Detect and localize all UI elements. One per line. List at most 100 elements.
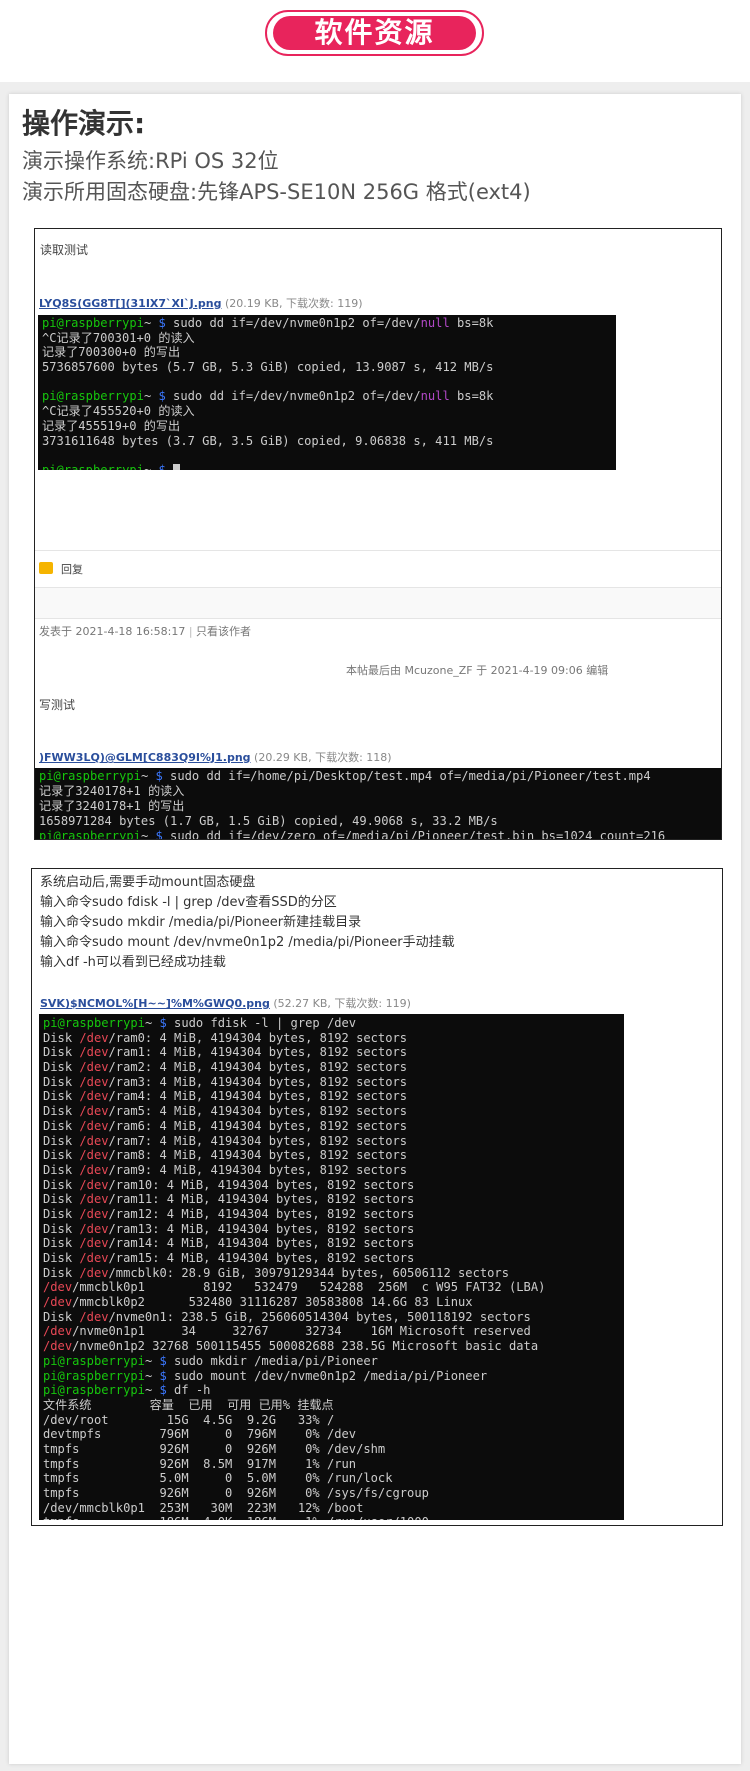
terminal-write-test: pi@raspberrypi~ $ sudo dd if=/home/pi/De… <box>35 768 721 840</box>
terminal-line: /dev/mmcblk0p1 253M 30M 223M 12% /boot <box>43 1501 624 1516</box>
terminal-text: ~ <box>143 462 159 470</box>
terminal-line: Disk /dev/ram7: 4 MiB, 4194304 bytes, 81… <box>43 1134 624 1149</box>
terminal-line: tmpfs 926M 0 926M 0% /sys/fs/cgroup <box>43 1486 624 1501</box>
terminal-line: 记录了700300+0 的写出 <box>42 345 616 360</box>
terminal-line: Disk /dev/ram11: 4 MiB, 4194304 bytes, 8… <box>43 1192 624 1207</box>
terminal-line: /dev/mmcblk0p2 532480 31116287 30583808 … <box>43 1295 624 1310</box>
terminal-line: 1658971284 bytes (1.7 GB, 1.5 GiB) copie… <box>39 814 721 829</box>
terminal-text: null <box>420 316 450 330</box>
post-gap <box>35 588 721 618</box>
terminal-text: /nvme0n1: 238.5 GiB, 256060514304 bytes,… <box>108 1309 531 1324</box>
terminal-text: ~ <box>144 1368 160 1383</box>
terminal-text: Disk <box>43 1030 80 1045</box>
terminal-text: /dev <box>79 1192 109 1207</box>
terminal-text: /nvme0n1p1 34 32767 32734 16M Microsoft … <box>72 1324 531 1339</box>
divider <box>35 618 721 619</box>
terminal-text: /dev <box>79 1060 109 1075</box>
terminal-line: ^C记录了700301+0 的读入 <box>42 331 616 346</box>
attachment-write-link[interactable]: )FWW3LQ)@GLM[C883Q9I%J1.png <box>39 751 251 764</box>
terminal-text: $ <box>158 389 166 404</box>
terminal-text: /ram0: 4 MiB, 4194304 bytes, 8192 sector… <box>108 1030 408 1045</box>
terminal-line: Disk /dev/mmcblk0: 28.9 GiB, 30979129344… <box>43 1266 624 1281</box>
terminal-line: Disk /dev/ram5: 4 MiB, 4194304 bytes, 81… <box>43 1104 624 1119</box>
terminal-line: 记录了3240178+1 的读入 <box>39 784 721 799</box>
terminal-text: Disk <box>43 1251 80 1265</box>
terminal-text: $ <box>155 769 163 783</box>
prompt-user: pi@raspberrypi <box>42 462 144 470</box>
reply-link[interactable]: 回复 <box>61 561 83 577</box>
terminal-text: /ram12: 4 MiB, 4194304 bytes, 8192 secto… <box>108 1206 415 1221</box>
note-line-3: 输入命令sudo mkdir /media/pi/Pioneer新建挂载目录 <box>40 915 362 930</box>
terminal-text: /dev <box>43 1324 73 1339</box>
terminal-text: Disk <box>43 1162 80 1177</box>
terminal-line: tmpfs 926M 0 926M 0% /dev/shm <box>43 1442 624 1457</box>
terminal-text: sudo mkdir /media/pi/Pioneer <box>166 1353 378 1368</box>
terminal-text: /dev <box>79 1089 109 1104</box>
os-info: 演示操作系统:RPi OS 32位 <box>22 149 279 173</box>
terminal-text: 记录了3240178+1 的写出 <box>39 798 185 813</box>
terminal-text: tmpfs 926M 8.5M 917M 1% /run <box>43 1456 357 1471</box>
terminal-text: 文件系统 容量 已用 可用 已用% 挂载点 <box>43 1397 334 1412</box>
terminal-line: pi@raspberrypi~ $ <box>42 463 616 470</box>
terminal-text: /ram5: 4 MiB, 4194304 bytes, 8192 sector… <box>108 1104 408 1119</box>
terminal-text: /dev <box>79 1162 109 1177</box>
terminal-text: /mmcblk0: 28.9 GiB, 30979129344 bytes, 6… <box>108 1265 509 1280</box>
terminal-text: df -h <box>166 1383 211 1398</box>
attachment-read-link[interactable]: LYQ8S(GG8T[](31IX7`XI`J.png <box>39 297 221 310</box>
terminal-text: Disk <box>43 1104 80 1119</box>
prompt-user: pi@raspberrypi <box>43 1353 145 1368</box>
terminal-text: ~ <box>144 1016 160 1030</box>
only-author-link[interactable]: 只看该作者 <box>196 625 251 638</box>
content-card: 操作演示: 演示操作系统:RPi OS 32位 演示所用固态硬盘:先锋APS-S… <box>9 94 741 1764</box>
demo-heading: 操作演示: <box>22 107 146 140</box>
terminal-text: sudo dd if=/dev/nvme0n1p2 of=/dev/ <box>165 389 421 404</box>
terminal-text: /ram9: 4 MiB, 4194304 bytes, 8192 sector… <box>108 1162 408 1177</box>
terminal-text: sudo dd if=/dev/zero of=/media/pi/Pionee… <box>162 828 666 840</box>
terminal-text: null <box>420 389 450 404</box>
terminal-text: 记录了700300+0 的写出 <box>42 345 181 360</box>
terminal-line: Disk /dev/ram14: 4 MiB, 4194304 bytes, 8… <box>43 1236 624 1251</box>
terminal-line: devtmpfs 796M 0 796M 0% /dev <box>43 1427 624 1442</box>
terminal-text: Disk <box>43 1221 80 1236</box>
terminal-line: tmpfs 5.0M 0 5.0M 0% /run/lock <box>43 1471 624 1486</box>
terminal-line: /dev/nvme0n1p1 34 32767 32734 16M Micros… <box>43 1324 624 1339</box>
terminal-text: ~ <box>140 769 156 783</box>
terminal-text: /ram6: 4 MiB, 4194304 bytes, 8192 sector… <box>108 1118 408 1133</box>
meta-separator: | <box>188 625 197 638</box>
terminal-text: /ram1: 4 MiB, 4194304 bytes, 8192 sector… <box>108 1045 408 1060</box>
attachment-mount-meta: (52.27 KB, 下载次数: 119) <box>273 997 411 1010</box>
terminal-text: /ram3: 4 MiB, 4194304 bytes, 8192 sector… <box>108 1074 408 1089</box>
attachment-write-meta: (20.29 KB, 下载次数: 118) <box>254 751 392 764</box>
reply-icon[interactable] <box>39 562 53 574</box>
note-line-5: 输入df -h可以看到已经成功挂载 <box>40 955 226 970</box>
terminal-text: Disk <box>43 1236 80 1251</box>
terminal-text: /dev/mmcblk0p1 253M 30M 223M 12% /boot <box>43 1500 364 1515</box>
terminal-text: ~ <box>143 316 159 330</box>
terminal-text: tmpfs 186M 4.0K 186M 1% /run/user/1000 <box>43 1515 429 1520</box>
terminal-text: Disk <box>43 1133 80 1148</box>
terminal-text: /dev <box>79 1104 109 1119</box>
terminal-text: Disk <box>43 1118 80 1133</box>
divider <box>35 550 721 551</box>
section-title: 软件资源 <box>273 16 476 50</box>
terminal-line: Disk /dev/ram8: 4 MiB, 4194304 bytes, 81… <box>43 1148 624 1163</box>
terminal-text: /dev <box>79 1309 109 1324</box>
terminal-line: Disk /dev/ram0: 4 MiB, 4194304 bytes, 81… <box>43 1031 624 1046</box>
attachment-mount: SVK)$NCMOL%[H~~]%M%GWQ0.png (52.27 KB, 下… <box>40 995 411 1011</box>
terminal-line: Disk /dev/ram4: 4 MiB, 4194304 bytes, 81… <box>43 1089 624 1104</box>
terminal-text: /ram15: 4 MiB, 4194304 bytes, 8192 secto… <box>108 1251 415 1265</box>
attachment-mount-link[interactable]: SVK)$NCMOL%[H~~]%M%GWQ0.png <box>40 997 270 1010</box>
terminal-line: pi@raspberrypi~ $ sudo mount /dev/nvme0n… <box>43 1369 624 1384</box>
write-test-title: 写测试 <box>39 698 76 712</box>
prompt-user: pi@raspberrypi <box>39 828 141 840</box>
section-title-badge: 软件资源 <box>265 10 484 56</box>
terminal-line: Disk /dev/ram10: 4 MiB, 4194304 bytes, 8… <box>43 1178 624 1193</box>
terminal-text: /dev <box>79 1236 109 1251</box>
terminal-text: /ram13: 4 MiB, 4194304 bytes, 8192 secto… <box>108 1221 415 1236</box>
terminal-text: /dev <box>79 1177 109 1192</box>
terminal-text: Disk <box>43 1192 80 1207</box>
posted-time: 发表于 2021-4-18 16:58:17 <box>39 625 186 638</box>
terminal-text: ~ <box>144 1383 160 1398</box>
terminal-text: Disk <box>43 1309 80 1324</box>
prompt-user: pi@raspberrypi <box>42 389 144 404</box>
